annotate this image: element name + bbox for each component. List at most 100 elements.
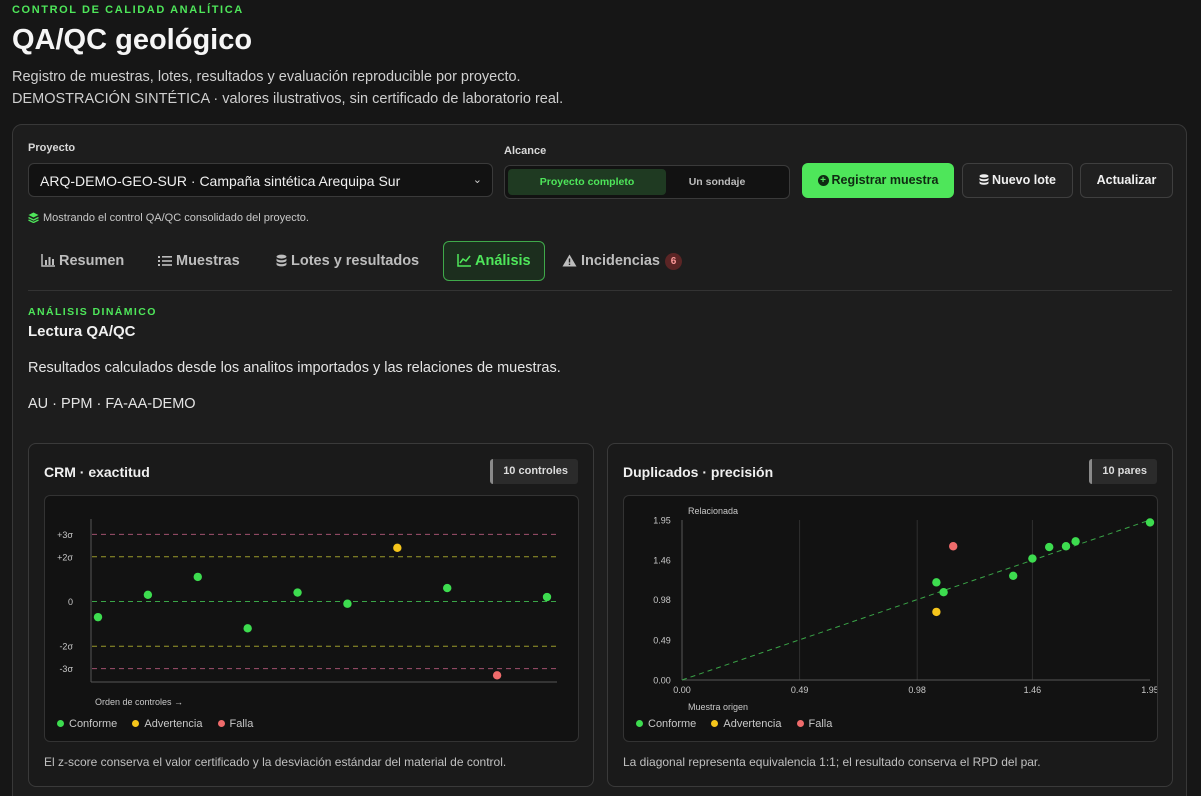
duplicate-point <box>1028 554 1037 563</box>
crm-card-footer: El z-score conserva el valor certificado… <box>44 755 507 769</box>
duplicates-count-pill: 10 pares <box>1089 459 1157 484</box>
crm-card: CRM · exactitud 10 controles +3σ +2σ 0 -2σ -… <box>28 443 594 787</box>
x-axis-label: Orden de controles → <box>95 697 183 707</box>
legend-advertencia: Advertencia <box>132 718 202 730</box>
legend-conforme: Conforme <box>636 718 696 730</box>
tab-analisis-label: Análisis <box>475 253 531 269</box>
bar-chart-icon <box>41 254 55 267</box>
y-tick-label: -2σ <box>59 642 73 652</box>
crm-point <box>193 572 202 582</box>
crm-legend: Conforme Advertencia Falla <box>57 718 265 730</box>
x-axis-label: Muestra origen <box>688 702 748 712</box>
layers-icon <box>28 212 39 224</box>
duplicate-point <box>939 588 948 597</box>
y-tick-label: 0.49 <box>653 635 671 645</box>
tab-resumen-label: Resumen <box>59 253 125 269</box>
duplicates-chart: 0.00 0.49 0.98 1.46 1.95 0.00 0.49 0.98 1.46 1.95… <box>623 495 1158 742</box>
crm-point <box>393 543 402 553</box>
analyte-meta: AU · PPM · FA-AA-DEMO <box>28 396 196 412</box>
main-panel: Proyecto ARQ-DEMO-GEO-SUR · Campaña sint… <box>12 124 1187 796</box>
tab-muestras-label: Muestras <box>176 253 240 269</box>
database-icon <box>276 254 287 267</box>
section-eyebrow: ANÁLISIS DINÁMICO <box>28 306 157 318</box>
crm-point <box>243 624 252 633</box>
tab-incidencias-label: Incidencias <box>581 253 660 269</box>
y-tick-label: -3σ <box>59 664 73 674</box>
duplicate-point <box>1045 542 1054 552</box>
duplicates-card-title: Duplicados · precisión <box>623 464 774 480</box>
crm-point <box>443 583 452 593</box>
duplicate-point <box>1145 518 1155 527</box>
tab-resumen[interactable]: Resumen <box>28 241 137 281</box>
refresh-button[interactable]: Actualizar <box>1080 163 1173 198</box>
plus-circle-icon: + <box>817 175 829 186</box>
crm-point <box>343 599 352 608</box>
crm-point <box>492 671 502 680</box>
legend-conforme: Conforme <box>57 718 117 730</box>
register-sample-label: Registrar muestra <box>831 173 939 187</box>
scope-note-text: Mostrando el control QA/QC consolidado d… <box>43 212 309 224</box>
crm-chart-svg: +3σ +2σ 0 -2σ -3σ Orden de controles → <box>57 519 557 707</box>
crm-point <box>93 612 103 622</box>
project-label: Proyecto <box>28 142 76 154</box>
y-tick-label: 0 <box>68 597 73 607</box>
x-tick-label: 1.95 <box>1141 685 1157 695</box>
x-tick-label: 0.98 <box>908 685 926 695</box>
y-axis-label: Relacionada <box>688 506 738 516</box>
tab-analisis[interactable]: Análisis <box>443 241 545 281</box>
duplicates-card: Duplicados · precisión 10 pares 0.00 0.49… <box>607 443 1173 787</box>
database-icon <box>979 174 989 185</box>
duplicates-card-footer: La diagonal representa equivalencia 1:1;… <box>623 755 1041 769</box>
scope-note: Mostrando el control QA/QC consolidado d… <box>28 212 309 224</box>
tab-incidencias[interactable]: Incidencias 6 <box>549 241 695 281</box>
y-tick-label: 0.98 <box>653 595 671 605</box>
page-eyebrow: CONTROL DE CALIDAD ANALÍTICA <box>12 4 244 16</box>
legend-advertencia: Advertencia <box>711 718 781 730</box>
project-select[interactable]: ARQ-DEMO-GEO-SUR · Campaña sintética Are… <box>28 163 493 197</box>
duplicate-point <box>932 607 941 617</box>
tab-muestras[interactable]: Muestras <box>145 241 253 281</box>
scope-toggle: Proyecto completo Un sondaje <box>504 165 790 199</box>
new-batch-label: Nuevo lote <box>992 173 1056 187</box>
scope-label: Alcance <box>504 145 547 157</box>
duplicates-legend: Conforme Advertencia Falla <box>636 718 844 730</box>
y-tick-label: 0.00 <box>653 676 671 686</box>
duplicate-point <box>949 542 958 551</box>
crm-point <box>542 592 552 602</box>
y-tick-label: 1.95 <box>653 516 671 526</box>
page-subtitle: Registro de muestras, lotes, resultados … <box>12 69 521 85</box>
duplicate-point <box>1071 537 1080 546</box>
incident-count-badge: 6 <box>664 253 682 270</box>
y-tick-label: 1.46 <box>653 556 671 566</box>
identity-line <box>681 519 1151 681</box>
crm-chart: +3σ +2σ 0 -2σ -3σ Orden de controles → Confor… <box>44 495 579 742</box>
demo-disclaimer: DEMOSTRACIÓN SINTÉTICA · valores ilustra… <box>12 91 564 107</box>
scope-option-drillhole[interactable]: Un sondaje <box>649 169 785 195</box>
register-sample-button[interactable]: + Registrar muestra <box>802 163 954 198</box>
project-select-value: ARQ-DEMO-GEO-SUR · Campaña sintética Are… <box>40 173 401 189</box>
x-tick-label: 1.46 <box>1024 685 1042 695</box>
list-icon <box>158 256 172 266</box>
refresh-label: Actualizar <box>1096 173 1157 187</box>
line-chart-icon <box>457 254 471 267</box>
crm-count-pill: 10 controles <box>490 459 578 484</box>
warning-icon <box>562 254 577 267</box>
page-title: QA/QC geológico <box>12 24 253 56</box>
x-tick-label: 0.49 <box>791 685 809 695</box>
x-tick-label: 0.00 <box>673 685 691 695</box>
crm-point <box>293 588 302 597</box>
duplicate-point <box>1009 571 1018 580</box>
y-tick-label: +3σ <box>57 530 73 540</box>
tab-lotes[interactable]: Lotes y resultados <box>263 241 432 281</box>
section-title: Lectura QA/QC <box>28 323 136 340</box>
section-description: Resultados calculados desde los analitos… <box>28 360 561 376</box>
crm-point <box>143 590 153 599</box>
y-tick-label: +2σ <box>57 552 73 562</box>
new-batch-button[interactable]: Nuevo lote <box>962 163 1073 198</box>
chevron-down-icon: ⌄ <box>472 174 482 186</box>
legend-falla: Falla <box>217 718 253 730</box>
tab-lotes-label: Lotes y resultados <box>291 253 420 269</box>
crm-card-title: CRM · exactitud <box>44 464 150 480</box>
scope-option-project[interactable]: Proyecto completo <box>508 169 666 195</box>
tab-bar: Resumen Muestras Lotes y resultados Anál… <box>28 241 1172 291</box>
